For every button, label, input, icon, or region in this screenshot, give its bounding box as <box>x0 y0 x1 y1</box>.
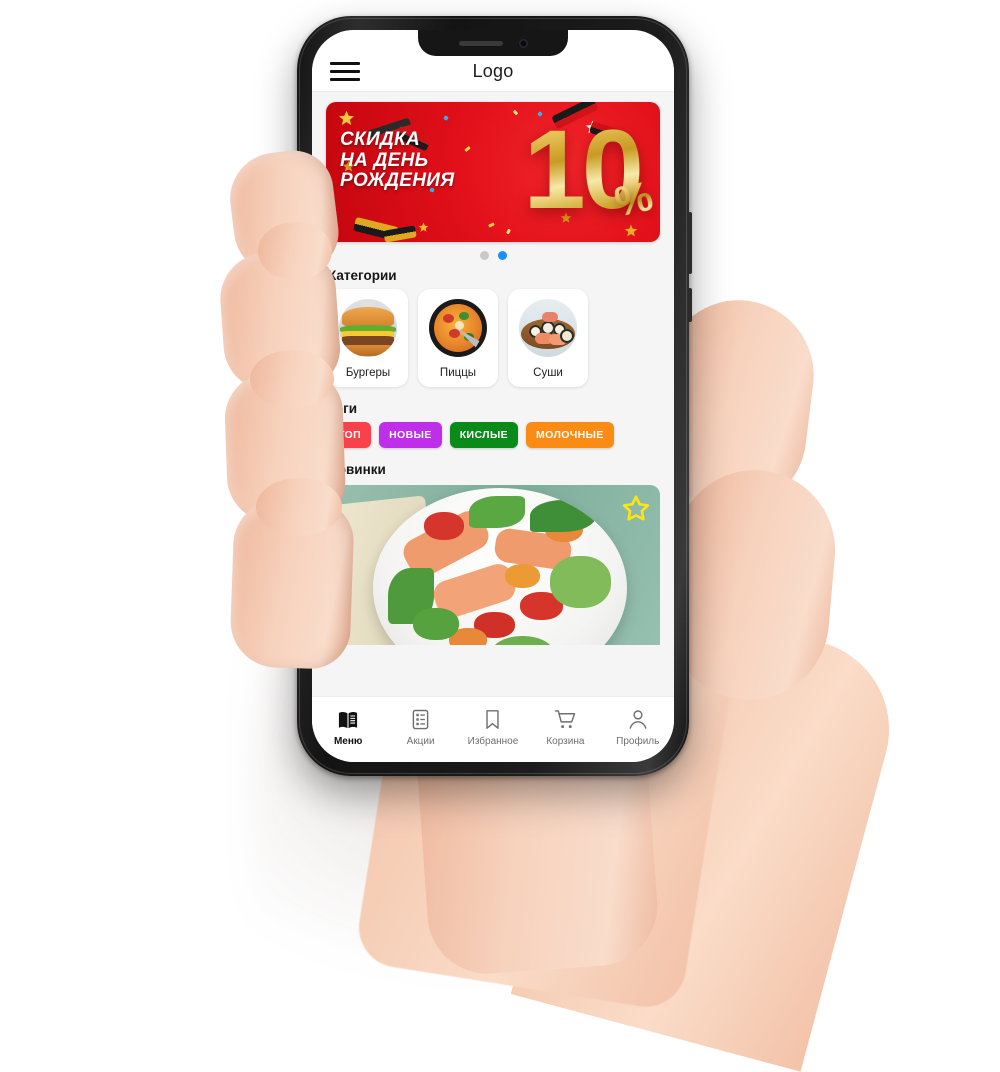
nav-item-cart[interactable]: Корзина <box>532 709 598 747</box>
nav-item-favorites[interactable]: Избранное <box>460 709 526 747</box>
nav-label: Корзина <box>546 735 585 747</box>
salad-photo <box>326 485 660 645</box>
nav-label: Акции <box>406 735 435 747</box>
star-decoration <box>418 222 429 233</box>
novelty-card[interactable] <box>326 485 660 645</box>
banner-line-2: НА ДЕНЬ <box>340 149 429 171</box>
confetti <box>443 115 449 121</box>
notch <box>418 30 568 56</box>
tag-chip-dairy[interactable]: МОЛОЧНЫЕ <box>526 422 614 448</box>
power-button[interactable] <box>688 212 692 274</box>
tag-chip-new[interactable]: НОВЫЕ <box>379 422 442 448</box>
category-card-pizzas[interactable]: Пиццы <box>418 289 498 387</box>
volume-down-button[interactable] <box>294 284 298 338</box>
carousel-dot-1[interactable] <box>479 251 489 260</box>
tags-title: Теги <box>328 401 358 416</box>
category-label: Бургеры <box>345 367 391 379</box>
banner-line-1: СКИДКА <box>340 129 420 150</box>
categories-list: Бургеры Пиццы Суши <box>312 289 674 387</box>
banner-line-3: РОЖДЕНИЯ <box>340 170 455 192</box>
confetti <box>506 228 511 235</box>
carousel-dots[interactable] <box>312 242 674 264</box>
confetti <box>488 222 495 228</box>
mute-switch[interactable] <box>294 166 298 196</box>
open-book-icon <box>337 709 359 731</box>
cart-icon <box>554 709 576 731</box>
app-content: 10 % СКИДКА НА ДЕНЬ РОЖДЕНИЯ Категории Б… <box>312 92 674 696</box>
front-camera <box>518 38 528 48</box>
tag-chip-top[interactable]: ТОП <box>328 422 372 448</box>
nav-item-menu[interactable]: Меню <box>315 709 381 747</box>
novelties-title: Новинки <box>328 462 386 477</box>
percent-sign: % <box>610 171 657 226</box>
confetti <box>512 109 519 116</box>
star-outline-icon[interactable] <box>621 494 651 529</box>
phone-screen: Logo 10 % СКИДКА НА ДЕНЬ РОЖДЕНИЯ Катего… <box>312 30 674 762</box>
list-icon <box>411 709 430 731</box>
nav-item-promos[interactable]: Акции <box>388 709 454 747</box>
carousel-dot-2[interactable] <box>497 251 507 260</box>
banner-carousel[interactable]: 10 % СКИДКА НА ДЕНЬ РОЖДЕНИЯ <box>312 92 674 242</box>
tags-list: ТОП НОВЫЕ КИСЛЫЕ МОЛОЧНЫЕ <box>312 422 674 448</box>
category-card-sushi[interactable]: Суши <box>508 289 588 387</box>
banner-text: СКИДКА НА ДЕНЬ РОЖДЕНИЯ <box>340 129 490 192</box>
nav-item-profile[interactable]: Профиль <box>605 709 671 747</box>
person-icon <box>628 709 648 731</box>
category-label: Суши <box>533 367 563 379</box>
bottom-navigation: Меню Акции Избранное Корзина Профиль <box>312 696 674 762</box>
page-title: Logo <box>472 61 514 81</box>
tag-chip-sour[interactable]: КИСЛЫЕ <box>449 422 519 448</box>
promo-banner[interactable]: 10 % СКИДКА НА ДЕНЬ РОЖДЕНИЯ <box>326 102 660 242</box>
sushi-photo <box>519 299 577 357</box>
nav-label: Профиль <box>616 735 660 747</box>
bookmark-icon <box>484 709 501 731</box>
side-button[interactable] <box>688 288 692 322</box>
categories-title: Категории <box>328 268 397 283</box>
scene: Logo 10 % СКИДКА НА ДЕНЬ РОЖДЕНИЯ Катего… <box>0 0 1000 1072</box>
earpiece-speaker <box>458 40 503 46</box>
nav-label: Меню <box>333 735 363 747</box>
category-label: Пиццы <box>439 367 477 379</box>
category-card-burgers[interactable]: Бургеры <box>328 289 408 387</box>
phone-device: Logo 10 % СКИДКА НА ДЕНЬ РОЖДЕНИЯ Катего… <box>294 16 692 776</box>
pizza-photo <box>429 299 487 357</box>
burger-photo <box>339 299 397 357</box>
nav-label: Избранное <box>467 735 519 747</box>
star-decoration <box>338 110 355 127</box>
volume-up-button[interactable] <box>294 216 298 270</box>
